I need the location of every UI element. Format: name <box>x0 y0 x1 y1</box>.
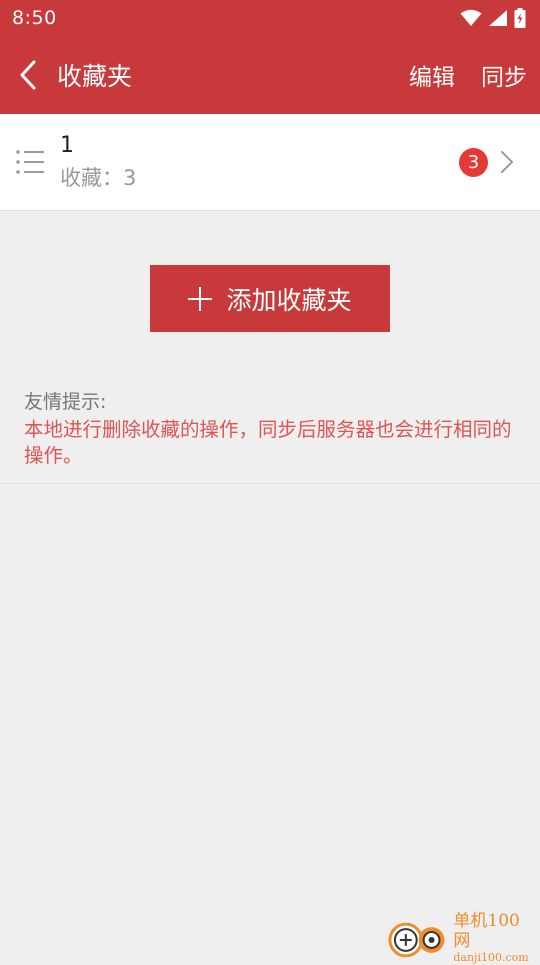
watermark-logo-icon <box>386 918 449 958</box>
add-folder-button[interactable]: 添加收藏夹 <box>150 265 390 332</box>
tips-title: 友情提示: <box>24 390 516 414</box>
sync-button[interactable]: 同步 <box>468 36 540 114</box>
status-bar: 8:50 <box>0 0 540 36</box>
watermark-cn: 单机100网 <box>453 911 536 951</box>
folder-texts: 1 收藏：3 <box>60 131 459 193</box>
list-icon <box>0 148 60 176</box>
watermark: 单机100网 danji100.com <box>386 916 536 960</box>
status-icons <box>460 8 526 28</box>
count-badge: 3 <box>459 148 488 177</box>
battery-charging-icon <box>514 8 526 28</box>
folder-name: 1 <box>60 131 459 161</box>
chevron-left-icon <box>18 60 38 90</box>
plus-icon <box>188 287 212 311</box>
wifi-icon <box>460 9 482 27</box>
tips-section: 友情提示: 本地进行删除收藏的操作，同步后服务器也会进行相同的操作。 <box>0 382 540 484</box>
back-button[interactable] <box>0 36 56 114</box>
watermark-text: 单机100网 danji100.com <box>453 911 536 965</box>
tips-text: 本地进行删除收藏的操作，同步后服务器也会进行相同的操作。 <box>24 417 516 469</box>
signal-icon <box>488 9 508 27</box>
page-title: 收藏夹 <box>57 57 132 93</box>
chevron-right-icon <box>500 150 514 174</box>
app-bar: 收藏夹 编辑 同步 <box>0 36 540 114</box>
folder-count: 收藏：3 <box>60 163 459 193</box>
add-folder-label: 添加收藏夹 <box>226 281 351 317</box>
edit-button[interactable]: 编辑 <box>396 36 468 114</box>
status-time: 8:50 <box>12 7 57 29</box>
watermark-en: danji100.com <box>453 951 536 965</box>
folder-row[interactable]: 1 收藏：3 3 <box>0 114 540 211</box>
